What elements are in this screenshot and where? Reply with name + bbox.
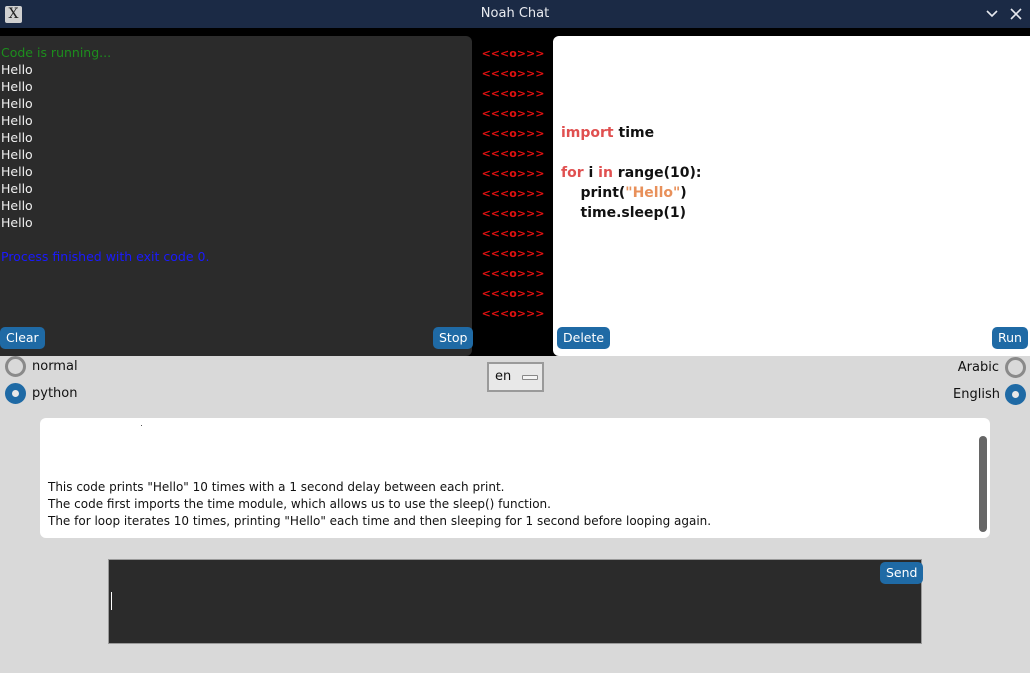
separator-marker: <<<o>>> (481, 287, 545, 300)
separator-marker: <<<o>>> (481, 107, 545, 120)
chevron-down-icon (986, 10, 998, 18)
console-line: Code is running... (1, 45, 112, 60)
console-line: Hello (1, 113, 33, 128)
language-select[interactable]: en (487, 362, 544, 392)
mode-radio-python[interactable] (5, 383, 26, 404)
code-line[interactable] (561, 103, 702, 123)
clear-button[interactable]: Clear (0, 327, 45, 349)
explanation-panel: This code prints "Hello" 10 times with a… (40, 418, 990, 538)
separator-marker: <<<o>>> (481, 187, 545, 200)
mode-label-normal: normal (32, 359, 78, 374)
code-line[interactable] (561, 143, 702, 163)
code-token: range(10): (612, 165, 702, 181)
delete-button[interactable]: Delete (557, 327, 611, 349)
language-radio-english[interactable] (1005, 384, 1026, 405)
code-token: time (613, 125, 655, 141)
console-line: Hello (1, 79, 33, 94)
explanation-scrollbar[interactable] (979, 436, 987, 532)
code-string: "Hello" (625, 185, 681, 201)
console-line: Hello (1, 62, 33, 77)
explanation-line: This code prints "Hello" 10 times with a… (48, 480, 505, 494)
code-editor[interactable]: import time for i in range(10): print("He… (553, 36, 1030, 356)
dropdown-grip-icon (522, 375, 538, 380)
language-radio-arabic[interactable] (1005, 357, 1026, 378)
mode-label-python: python (32, 386, 78, 401)
console-panel: Code is running... Hello Hello Hello Hello He… (0, 36, 474, 356)
separator-marker: <<<o>>> (481, 87, 545, 100)
console-line: Hello (1, 181, 33, 196)
code-content[interactable]: import time for i in range(10): print("He… (561, 83, 702, 223)
code-line[interactable]: print("Hello") (561, 183, 702, 203)
code-token: print( (561, 185, 626, 201)
separator-marker: <<<o>>> (481, 307, 545, 320)
code-line[interactable]: for i in range(10): (561, 163, 702, 183)
run-button[interactable]: Run (992, 327, 1028, 349)
decorative-dot (141, 425, 142, 426)
separator-marker: <<<o>>> (481, 147, 545, 160)
code-line[interactable]: import time (561, 123, 702, 143)
close-button[interactable] (1006, 4, 1026, 24)
separator-marker: <<<o>>> (481, 267, 545, 280)
minimize-button[interactable] (982, 4, 1002, 24)
separator-marker: <<<o>>> (481, 247, 545, 260)
separator-marker: <<<o>>> (481, 227, 545, 240)
language-label-english: English (953, 387, 1000, 402)
code-token: ) (680, 185, 687, 201)
mode-radio-normal[interactable] (5, 356, 26, 377)
console-line: Hello (1, 215, 33, 230)
code-line[interactable] (561, 83, 702, 103)
send-button[interactable]: Send (880, 562, 924, 584)
code-token: i (583, 165, 599, 181)
separator-marker: <<<o>>> (481, 67, 545, 80)
code-line[interactable]: time.sleep(1) (561, 203, 702, 223)
language-label-arabic: Arabic (957, 360, 999, 375)
separator-marker: <<<o>>> (481, 167, 545, 180)
code-keyword: for (561, 165, 584, 181)
stop-button[interactable]: Stop (433, 327, 474, 349)
explanation-line: The for loop iterates 10 times, printing… (48, 514, 712, 528)
separator-marker: <<<o>>> (481, 47, 545, 60)
language-select-value: en (495, 369, 512, 384)
console-line: Hello (1, 164, 33, 179)
text-caret (111, 592, 112, 610)
separator-marker: <<<o>>> (481, 127, 545, 140)
code-token: time.sleep(1) (561, 205, 687, 221)
separator-marker: <<<o>>> (481, 207, 545, 220)
console-line: Hello (1, 147, 33, 162)
close-icon (1010, 8, 1022, 20)
console-line: Hello (1, 130, 33, 145)
code-keyword: import (561, 125, 614, 141)
title-bar: X Noah Chat (0, 0, 1030, 28)
console-output: Code is running... Hello Hello Hello Hello He… (1, 44, 466, 265)
explanation-text: This code prints "Hello" 10 times with a… (48, 479, 711, 530)
console-line: Hello (1, 198, 33, 213)
explanation-line: The code first imports the time module, … (48, 497, 551, 511)
console-line: Hello (1, 96, 33, 111)
chat-input[interactable] (109, 560, 921, 643)
panel-separator: <<<o>>> <<<o>>> <<<o>>> <<<o>>> <<<o>>> <<<o>… (474, 44, 552, 324)
code-keyword: in (598, 165, 613, 181)
console-line: Process finished with exit code 0. (1, 249, 210, 264)
chat-input-box[interactable]: Send (108, 559, 924, 644)
window-title: Noah Chat (480, 6, 550, 21)
